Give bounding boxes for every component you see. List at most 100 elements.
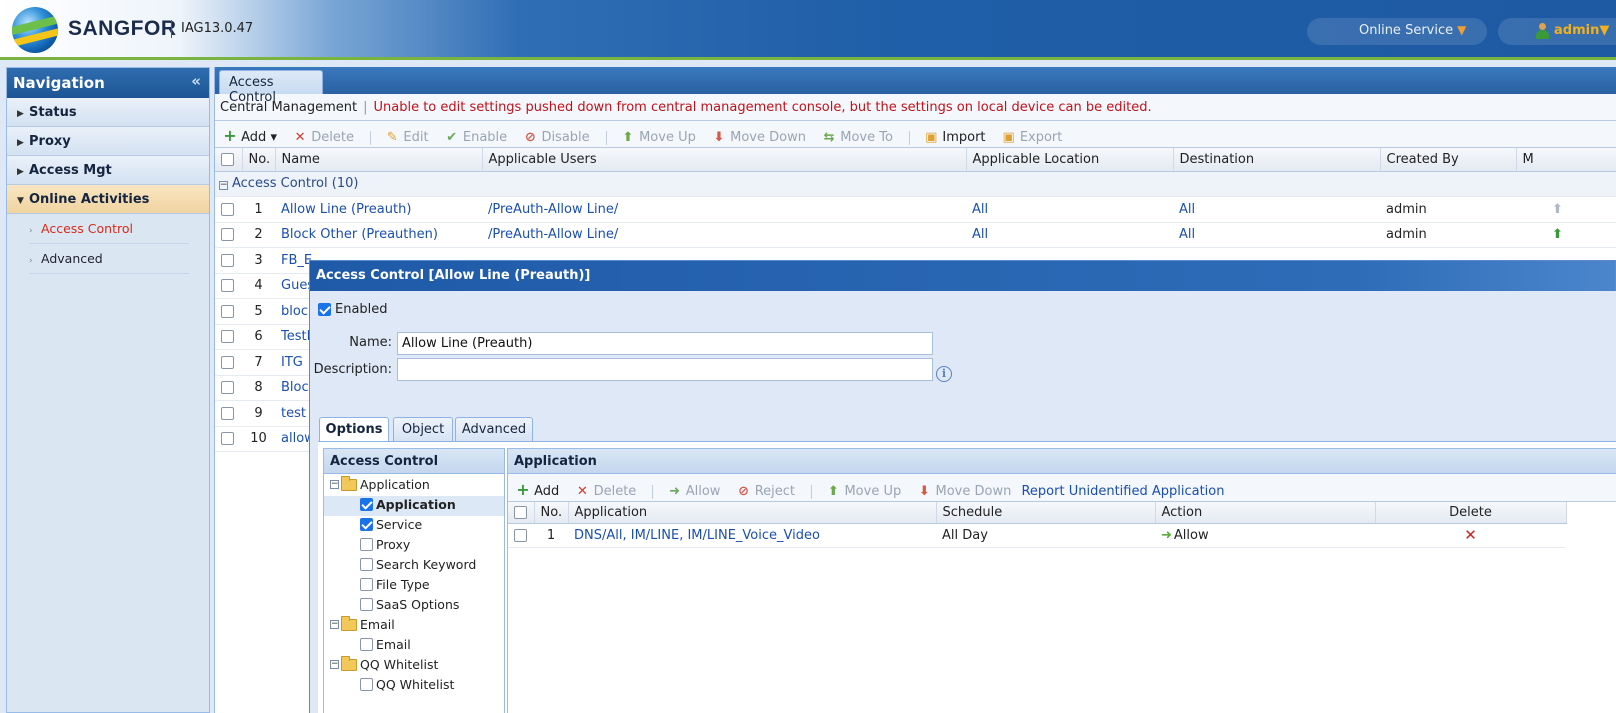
row-checkbox[interactable]	[221, 406, 234, 420]
node-checkbox[interactable]	[360, 638, 373, 651]
node-checkbox[interactable]	[360, 498, 373, 511]
group-row[interactable]: − Access Control (10)	[215, 171, 1616, 197]
move-up-button[interactable]: ⬆ Move Up	[621, 130, 696, 145]
disable-button[interactable]: ⊘ Disable	[523, 130, 590, 145]
tree-title: Access Control	[324, 449, 504, 474]
destination-link[interactable]: All	[1173, 196, 1380, 223]
app-table-row[interactable]: 1 DNS/All, IM/LINE, IM/LINE_Voice_Video …	[508, 523, 1566, 548]
move-to-button[interactable]: ⇆ Move To	[822, 130, 893, 145]
node-checkbox[interactable]	[360, 678, 373, 691]
node-checkbox[interactable]	[360, 578, 373, 591]
move-up-icon[interactable]: ⬆	[1552, 202, 1563, 217]
user-menu[interactable]: admin▼	[1498, 18, 1616, 45]
name-input[interactable]: Allow Line (Preauth)	[397, 332, 933, 355]
column-header-created-by[interactable]: Created By	[1380, 148, 1517, 172]
node-checkbox[interactable]	[360, 598, 373, 611]
table-row[interactable]: 1 Allow Line (Preauth) /PreAuth-Allow Li…	[215, 196, 1616, 223]
tab-access-control[interactable]: Access Control	[219, 70, 323, 105]
column-header-location[interactable]: Applicable Location	[966, 148, 1174, 172]
users-link[interactable]: /PreAuth-Allow Line/	[482, 222, 966, 248]
tree-node-qq-group[interactable]: − QQ Whitelist	[324, 655, 504, 676]
delete-button[interactable]: ✕ Delete	[293, 130, 354, 145]
nav-item-status[interactable]: ▶ Status	[7, 98, 209, 127]
app-reject-button[interactable]: ⊘ Reject	[737, 484, 795, 499]
app-column-header-no[interactable]: No.	[534, 502, 569, 524]
node-checkbox[interactable]	[360, 538, 373, 551]
tree-node-saas-options[interactable]: SaaS Options	[324, 596, 504, 616]
app-delete-button[interactable]: ✕ Delete	[575, 484, 636, 499]
node-checkbox[interactable]	[360, 558, 373, 571]
column-header-name[interactable]: Name	[275, 148, 483, 172]
collapse-icon[interactable]: «	[191, 72, 201, 90]
tree-node-file-type[interactable]: File Type	[324, 576, 504, 596]
name-label: Name:	[349, 335, 392, 350]
tree-node-proxy[interactable]: Proxy	[324, 536, 504, 556]
row-checkbox[interactable]	[221, 381, 234, 395]
app-column-header-action[interactable]: Action	[1155, 502, 1376, 524]
nav-sub-access-control[interactable]: › Access Control	[7, 214, 209, 244]
app-add-button[interactable]: + Add	[516, 480, 559, 499]
row-checkbox[interactable]	[221, 279, 234, 293]
row-checkbox[interactable]	[221, 355, 234, 369]
tree-node-email-group[interactable]: − Email	[324, 615, 504, 636]
nav-item-online-activities[interactable]: ▼ Online Activities	[7, 185, 209, 214]
tree-node-application[interactable]: Application	[324, 496, 504, 516]
row-checkbox[interactable]	[221, 304, 234, 318]
app-column-header-delete[interactable]: Delete	[1375, 502, 1567, 524]
online-service-menu[interactable]: Online Service ▼	[1307, 18, 1487, 45]
report-unidentified-link[interactable]: Report Unidentified Application	[1021, 484, 1224, 499]
app-column-header-application[interactable]: Application	[568, 502, 937, 524]
tree-node-search-keyword[interactable]: Search Keyword	[324, 556, 504, 576]
nav-sub-advanced[interactable]: › Advanced	[7, 244, 209, 274]
row-checkbox[interactable]	[221, 432, 234, 446]
export-button[interactable]: ▣ Export	[1002, 130, 1063, 145]
location-link[interactable]: All	[966, 196, 1173, 223]
row-checkbox[interactable]	[221, 253, 234, 267]
column-header-m[interactable]: M	[1516, 148, 1616, 172]
destination-link[interactable]: All	[1173, 222, 1380, 248]
tree-node-qq-whitelist[interactable]: QQ Whitelist	[324, 676, 504, 696]
enabled-check-icon[interactable]	[318, 303, 331, 316]
enabled-checkbox[interactable]: Enabled	[318, 302, 388, 317]
tab-object[interactable]: Object	[393, 417, 453, 441]
action-cell[interactable]: ➜ Allow	[1155, 523, 1375, 548]
nav-item-access-mgt[interactable]: ▶ Access Mgt	[7, 156, 209, 185]
select-all-checkbox[interactable]	[215, 148, 243, 172]
tree-node-application-group[interactable]: − Application	[324, 475, 504, 496]
delete-row-icon[interactable]: ✕	[1464, 526, 1477, 544]
table-row[interactable]: 2 Block Other (Preauthen) /PreAuth-Allow…	[215, 222, 1616, 248]
app-move-up-button[interactable]: ⬆ Move Up	[826, 484, 901, 499]
column-header-destination[interactable]: Destination	[1173, 148, 1381, 172]
column-header-users[interactable]: Applicable Users	[482, 148, 967, 172]
import-button[interactable]: ▣ Import	[924, 130, 985, 145]
row-checkbox[interactable]	[514, 528, 527, 542]
node-checkbox[interactable]	[360, 518, 373, 531]
rule-name-link[interactable]: Block Other (Preauthen)	[275, 222, 482, 248]
app-move-down-button[interactable]: ⬇ Move Down	[917, 484, 1011, 499]
enable-button[interactable]: ✔ Enable	[445, 130, 507, 145]
add-button[interactable]: + Add ▾	[223, 126, 277, 145]
description-input[interactable]	[397, 358, 933, 381]
move-up-icon[interactable]: ⬆	[1552, 227, 1563, 242]
info-icon[interactable]: i	[936, 366, 952, 382]
rule-name-link[interactable]: Allow Line (Preauth)	[275, 196, 482, 223]
tree-node-email[interactable]: Email	[324, 636, 504, 656]
move-down-button[interactable]: ⬇ Move Down	[712, 130, 806, 145]
tab-options[interactable]: Options	[319, 417, 389, 442]
app-column-header-schedule[interactable]: Schedule	[936, 502, 1156, 524]
column-header-no[interactable]: No.	[242, 148, 276, 172]
application-link[interactable]: DNS/All, IM/LINE, IM/LINE_Voice_Video	[568, 523, 936, 548]
dialog-title[interactable]: Access Control [Allow Line (Preauth)]	[310, 261, 1615, 291]
row-checkbox[interactable]	[221, 330, 234, 344]
tree-node-service[interactable]: Service	[324, 516, 504, 536]
folder-icon	[341, 615, 357, 631]
row-checkbox[interactable]	[221, 202, 234, 216]
users-link[interactable]: /PreAuth-Allow Line/	[482, 196, 966, 223]
edit-button[interactable]: ✎ Edit	[385, 130, 429, 145]
app-allow-button[interactable]: ➜ Allow	[668, 484, 720, 499]
tab-advanced[interactable]: Advanced	[455, 417, 533, 441]
nav-item-proxy[interactable]: ▶ Proxy	[7, 127, 209, 156]
location-link[interactable]: All	[966, 222, 1173, 248]
app-select-all-checkbox[interactable]	[508, 502, 535, 524]
row-checkbox[interactable]	[221, 228, 234, 242]
